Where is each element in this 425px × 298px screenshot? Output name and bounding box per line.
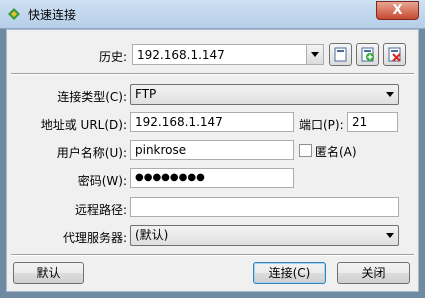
chevron-down-icon [386, 92, 394, 97]
history-value: 192.168.1.147 [137, 48, 225, 62]
separator [11, 73, 414, 75]
title-bar: 快速连接 X [0, 0, 425, 29]
history-combo[interactable]: 192.168.1.147 [132, 44, 324, 65]
port-input[interactable]: 21 [347, 112, 398, 132]
chevron-down-icon [386, 233, 394, 238]
proxy-label: 代理服务器: [62, 231, 127, 245]
app-icon [6, 6, 22, 22]
proxy-select[interactable]: (默认) [130, 225, 399, 246]
add-bookmark-button[interactable] [356, 43, 379, 66]
port-label: 端口(P): [299, 118, 344, 132]
window-title: 快速连接 [28, 8, 77, 22]
connection-type-value: FTP [135, 87, 157, 101]
history-dropdown-button[interactable] [306, 45, 323, 64]
quick-connect-dialog: 快速连接 X 历史: 192.168.1.147 连接类型(C): FTP 地址… [0, 0, 425, 298]
chevron-down-icon [311, 52, 319, 57]
anonymous-label[interactable]: 匿名(A) [315, 143, 357, 160]
address-input[interactable]: 192.168.1.147 [130, 112, 294, 132]
remote-path-label: 远程路径: [74, 203, 127, 217]
username-input[interactable]: pinkrose [130, 140, 294, 160]
remote-path-input[interactable] [130, 197, 399, 217]
connection-type-select[interactable]: FTP [130, 84, 399, 105]
proxy-value: (默认) [135, 228, 169, 242]
password-label: 密码(W): [77, 174, 127, 188]
delete-bookmark-button[interactable] [383, 43, 406, 66]
username-label: 用户名称(U): [56, 146, 127, 160]
password-input[interactable]: ●●●●●●●● [130, 168, 294, 188]
address-label: 地址或 URL(D): [40, 118, 127, 132]
bookmark-manager-button[interactable] [329, 43, 352, 66]
history-label: 历史: [98, 50, 127, 64]
separator [11, 254, 414, 256]
connection-type-label: 连接类型(C): [57, 90, 127, 104]
anonymous-checkbox[interactable] [299, 144, 312, 157]
dialog-body: 历史: 192.168.1.147 连接类型(C): FTP 地址或 URL(D… [6, 29, 419, 292]
default-button[interactable]: 默认 [13, 262, 84, 284]
window-close-button[interactable]: X [376, 1, 419, 20]
close-button[interactable]: 关闭 [337, 262, 410, 284]
connect-button[interactable]: 连接(C) [253, 262, 326, 284]
